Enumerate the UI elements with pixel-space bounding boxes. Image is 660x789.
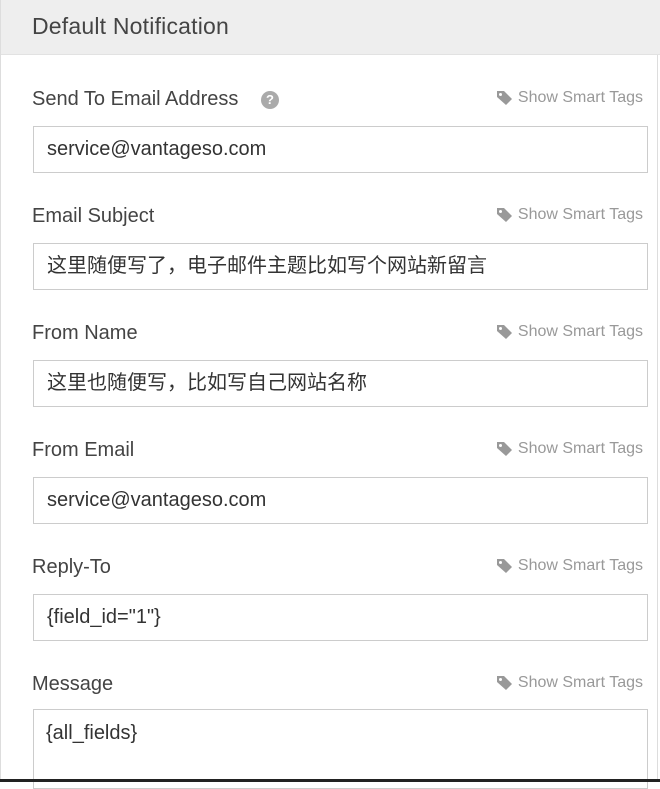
show-smart-tags-link-send-to[interactable]: Show Smart Tags [496, 89, 643, 107]
smart-tags-label: Show Smart Tags [517, 557, 643, 574]
panel-header: Default Notification [1, 0, 660, 55]
tag-icon [496, 207, 514, 223]
reply-to-label: Reply-To [32, 556, 111, 578]
message-textarea[interactable]: {all_fields} [33, 709, 648, 789]
reply-to-input[interactable]: {field_id="1"} [33, 594, 648, 641]
from-name-input[interactable]: 这里也随便写，比如写自己网站名称 [33, 360, 648, 407]
from-email-label: From Email [32, 439, 135, 461]
email-subject-input[interactable]: 这里随便写了，电子邮件主题比如写个网站新留言 [33, 243, 648, 290]
smart-tags-label: Show Smart Tags [517, 206, 643, 223]
panel-title: Default Notification [32, 13, 230, 39]
send-to-email-input[interactable]: service@vantageso.com [33, 126, 648, 173]
tag-icon [496, 675, 514, 691]
from-name-label: From Name [32, 322, 138, 344]
send-to-email-label: Send To Email Address [32, 88, 239, 110]
message-label: Message [32, 673, 114, 695]
email-subject-label: Email Subject [32, 205, 155, 227]
show-smart-tags-link-from-name[interactable]: Show Smart Tags [496, 323, 643, 341]
smart-tags-label: Show Smart Tags [517, 323, 643, 340]
show-smart-tags-link-subject[interactable]: Show Smart Tags [496, 206, 643, 224]
tag-icon [496, 558, 514, 574]
from-email-input[interactable]: service@vantageso.com [33, 477, 648, 524]
tag-icon [496, 441, 514, 457]
tag-icon [496, 90, 514, 106]
smart-tags-label: Show Smart Tags [517, 674, 643, 691]
smart-tags-label: Show Smart Tags [517, 440, 643, 457]
smart-tags-label: Show Smart Tags [517, 89, 643, 106]
show-smart-tags-link-from-email[interactable]: Show Smart Tags [496, 440, 643, 458]
question-circle-icon[interactable]: ? [261, 91, 279, 109]
notification-panel: Default Notification Send To Email Addre… [0, 0, 660, 789]
show-smart-tags-link-message[interactable]: Show Smart Tags [496, 674, 643, 692]
tag-icon [496, 324, 514, 340]
show-smart-tags-link-reply-to[interactable]: Show Smart Tags [496, 557, 643, 575]
